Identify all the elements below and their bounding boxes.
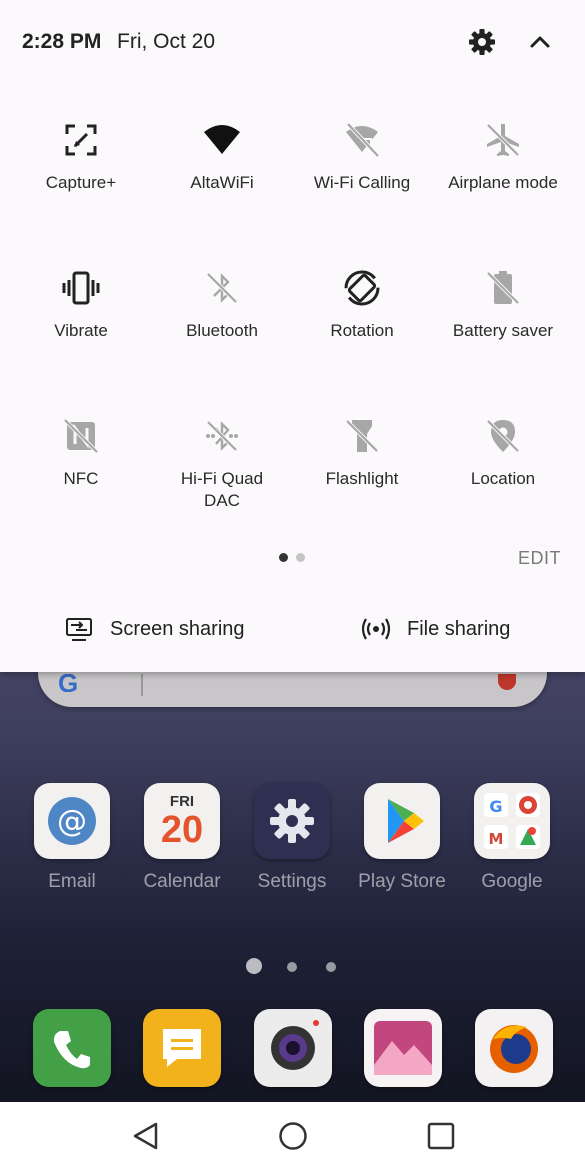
home-page-dot	[326, 962, 336, 972]
google-folder-icon: G M	[474, 783, 550, 859]
edit-button[interactable]: EDIT	[518, 548, 561, 569]
wifi-icon	[204, 125, 240, 154]
tile-location[interactable]: Location	[430, 416, 576, 490]
tile-label: Bluetooth	[186, 321, 258, 340]
home-page-dot-active	[246, 958, 262, 974]
flashlight-off-icon	[345, 419, 379, 453]
tile-flashlight[interactable]: Flashlight	[289, 416, 435, 490]
tile-label: Battery saver	[452, 321, 554, 340]
tile-label: NFC	[63, 469, 99, 488]
tile-label: AltaWiFi	[190, 173, 254, 192]
location-off-icon	[486, 419, 520, 453]
camera-icon[interactable]	[254, 1009, 332, 1087]
file-sharing-button[interactable]: File sharing	[361, 614, 551, 644]
capture-plus-icon	[65, 124, 97, 156]
app-label: Play Store	[358, 871, 446, 892]
status-date: Fri, Oct 20	[117, 30, 216, 53]
calendar-icon: FRI 20	[144, 783, 220, 859]
settings-app-icon	[254, 783, 330, 859]
tile-capture-plus[interactable]: Capture+	[8, 120, 154, 194]
tile-label: Airplane mode	[448, 173, 558, 192]
email-icon: @	[34, 783, 110, 859]
app-email[interactable]: @ Email	[27, 783, 117, 893]
play-store-icon	[364, 783, 440, 859]
quick-settings-panel: 2:28 PM Fri, Oct 20 Capture+ AltaWiFi Wi…	[0, 0, 585, 672]
nfc-off-icon	[63, 418, 99, 454]
tile-wifi[interactable]: AltaWiFi	[149, 120, 295, 194]
screen-sharing-label: Screen sharing	[110, 618, 245, 640]
bluetooth-off-icon	[206, 272, 238, 304]
tile-label: Rotation	[330, 321, 394, 340]
recents-icon[interactable]	[421, 1116, 461, 1156]
app-label: Email	[48, 871, 96, 892]
tile-hifi-quad-dac[interactable]: Hi-Fi Quad DAC	[149, 416, 295, 512]
home-page-dot	[287, 962, 297, 972]
svg-text:@: @	[57, 804, 87, 839]
tile-vibrate[interactable]: Vibrate	[8, 268, 154, 342]
calendar-day-number: 20	[160, 809, 204, 851]
tile-label: Location	[470, 469, 536, 488]
qs-page-dot[interactable]	[296, 553, 305, 562]
hifi-dac-off-icon	[206, 420, 238, 452]
app-label: Settings	[257, 871, 327, 892]
app-play-store[interactable]: Play Store	[357, 783, 447, 893]
tile-label: Vibrate	[54, 321, 108, 340]
tile-label: Flashlight	[325, 469, 399, 488]
screen-sharing-icon	[66, 618, 92, 641]
tile-battery-saver[interactable]: Battery saver	[430, 268, 576, 342]
gallery-icon[interactable]	[364, 1009, 442, 1087]
phone-icon[interactable]	[33, 1009, 111, 1087]
app-google-folder[interactable]: G M Google	[467, 783, 557, 893]
tile-rotation[interactable]: Rotation	[289, 268, 435, 342]
tile-bluetooth[interactable]: Bluetooth	[149, 268, 295, 342]
firefox-icon[interactable]	[475, 1009, 553, 1087]
app-settings[interactable]: Settings	[247, 783, 337, 893]
file-sharing-icon	[361, 618, 391, 640]
app-calendar[interactable]: FRI 20 Calendar	[137, 783, 227, 893]
calendar-day-name: FRI	[169, 793, 195, 810]
svg-text:M: M	[489, 830, 504, 848]
navigation-bar	[0, 1102, 585, 1170]
tile-airplane-mode[interactable]: Airplane mode	[430, 120, 576, 194]
airplane-off-icon	[486, 123, 520, 157]
battery-saver-off-icon	[486, 271, 520, 305]
home-icon[interactable]	[273, 1116, 313, 1156]
file-sharing-label: File sharing	[407, 618, 511, 640]
rotation-icon	[344, 270, 380, 306]
tile-label: Hi-Fi Quad DAC	[180, 469, 264, 510]
tile-label: Wi-Fi Calling	[313, 173, 411, 192]
tile-label: Capture+	[45, 173, 117, 192]
tile-wifi-calling[interactable]: Wi-Fi Calling	[289, 120, 435, 194]
chevron-up-icon[interactable]	[527, 30, 553, 54]
gear-icon[interactable]	[468, 28, 496, 56]
tile-nfc[interactable]: NFC	[8, 416, 154, 490]
app-label: Google	[481, 871, 543, 892]
qs-page-dot-active[interactable]	[279, 553, 288, 562]
messages-icon[interactable]	[143, 1009, 221, 1087]
vibrate-icon	[62, 271, 100, 305]
status-time: 2:28 PM	[22, 30, 102, 53]
svg-text:G: G	[489, 797, 502, 816]
qs-page-indicator	[0, 553, 585, 563]
app-label: Calendar	[143, 871, 221, 892]
back-icon[interactable]	[126, 1116, 166, 1156]
wifi-calling-off-icon	[346, 122, 380, 158]
screen-sharing-button[interactable]: Screen sharing	[64, 614, 274, 644]
